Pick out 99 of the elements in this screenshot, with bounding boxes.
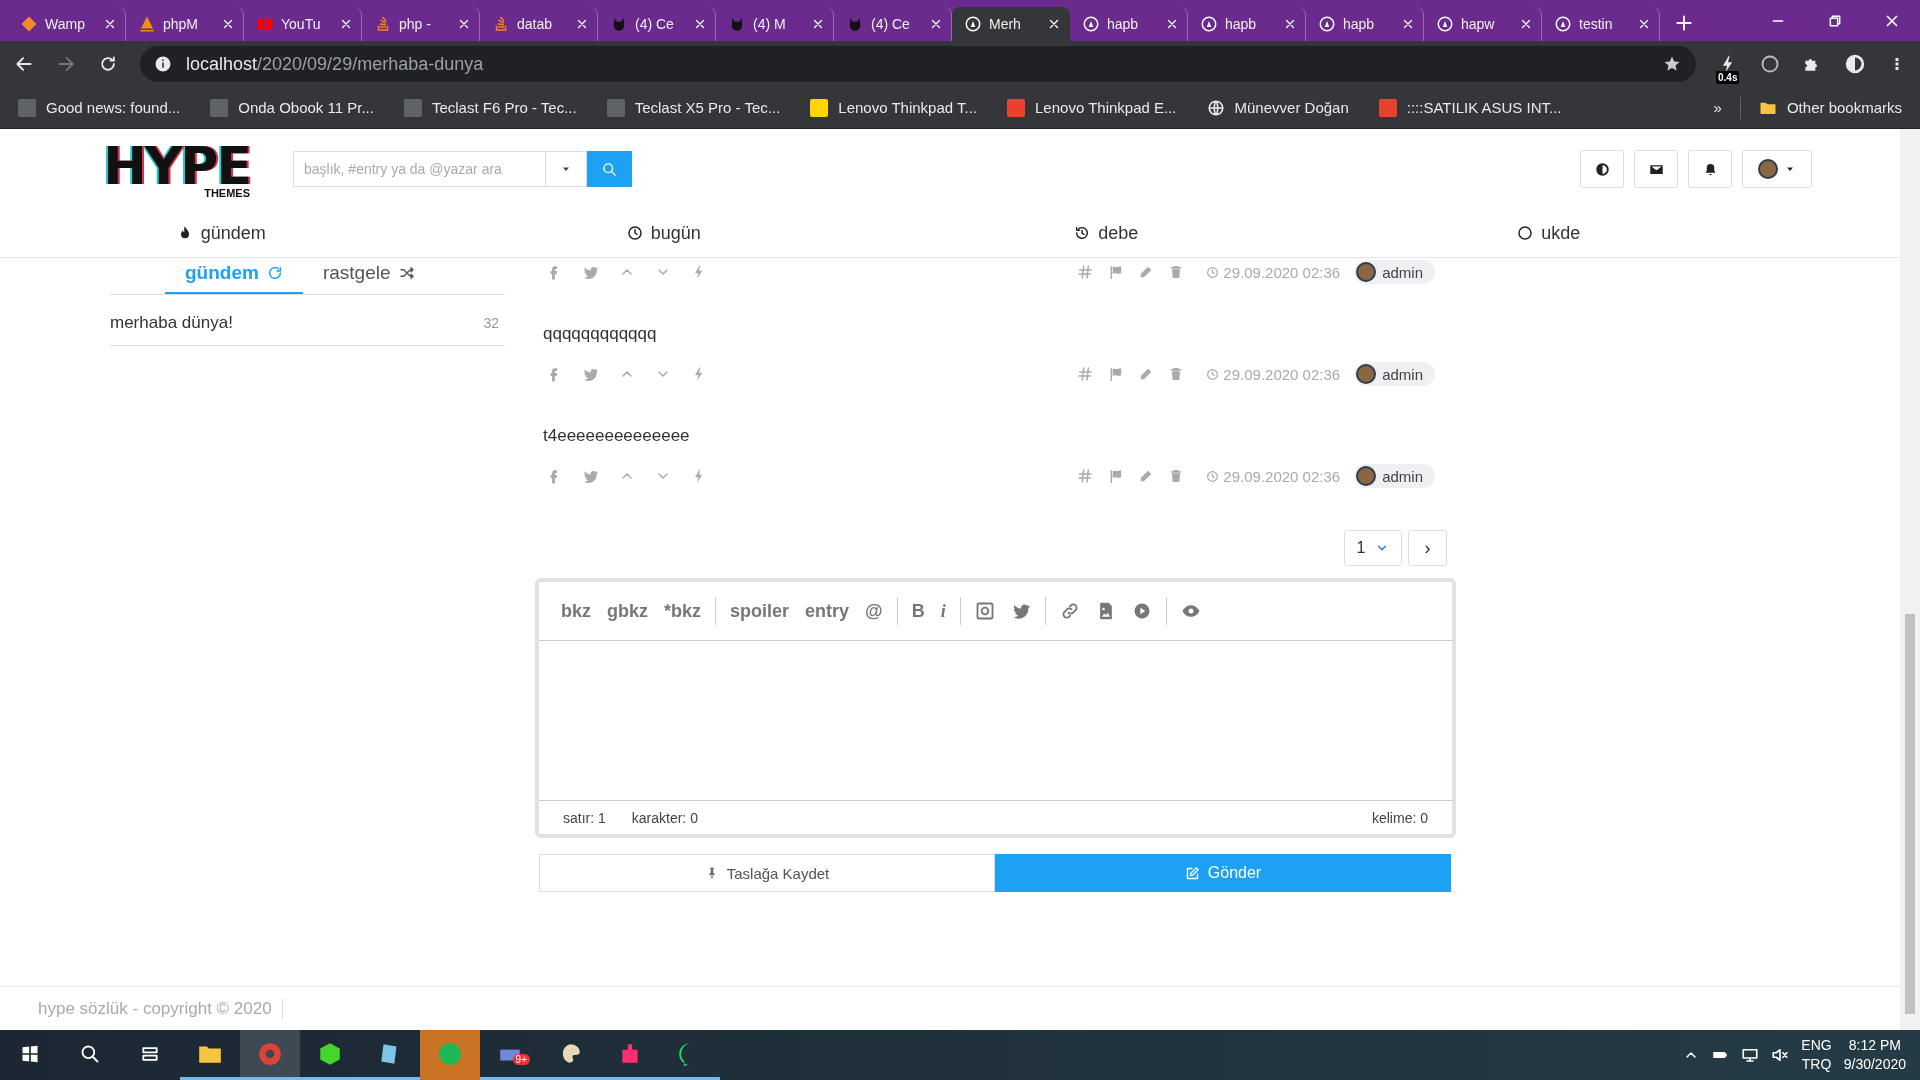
close-icon[interactable] (103, 17, 117, 31)
nav-link[interactable]: bugün (442, 209, 885, 257)
bookmark[interactable]: Münevver Doğan (1206, 98, 1349, 117)
bookmark-favicon-icon (1007, 98, 1026, 117)
nav-link[interactable]: debe (885, 209, 1328, 257)
input-language[interactable]: ENG TRQ (1801, 1036, 1832, 1074)
avatar (1356, 364, 1377, 384)
nav-link[interactable]: gündem (0, 209, 443, 257)
sidebar-tab[interactable]: rastgele (302, 258, 435, 294)
author-chip[interactable]: admin (1354, 464, 1435, 488)
muted-speaker-icon[interactable] (1771, 1046, 1790, 1064)
close-icon[interactable] (1165, 17, 1179, 31)
theme-button[interactable] (1580, 150, 1624, 188)
format-button[interactable]: bkz (555, 598, 597, 624)
bookmark[interactable]: ::::SATILIK ASUS INT... (1378, 98, 1562, 117)
bookmark-favicon-icon (810, 98, 829, 117)
avatar (1758, 159, 1778, 179)
format-button[interactable]: spoiler (724, 598, 796, 624)
diamond-icon (20, 15, 38, 33)
refresh-icon (266, 265, 283, 281)
info-icon[interactable] (154, 55, 172, 73)
word-count: kelime: 0 (1371, 809, 1428, 826)
bookmark[interactable]: Onda Obook 11 Pr... (210, 98, 374, 117)
author-chip[interactable]: admin (1354, 260, 1435, 284)
bookmark[interactable]: Teclast X5 Pro - Tec... (606, 98, 781, 117)
close-icon[interactable] (1283, 17, 1297, 31)
clock-icon (626, 225, 643, 241)
camera-icon (974, 601, 995, 621)
search-field[interactable]: başlık, #entry ya da @yazar ara (293, 151, 545, 187)
network-icon[interactable] (1741, 1046, 1760, 1064)
search-icon[interactable] (80, 1043, 100, 1064)
back-icon[interactable] (14, 54, 34, 74)
line-count: satır: 1 (563, 809, 606, 826)
clock[interactable]: 8:12 PM 9/30/2020 (1843, 1036, 1906, 1074)
notifications-button[interactable] (1688, 150, 1732, 188)
close-icon[interactable] (339, 17, 353, 31)
page-select[interactable]: 1 (1344, 530, 1402, 566)
bookmark-folder[interactable]: Other bookmarks (1758, 98, 1902, 117)
bookmark-favicon-icon (1378, 98, 1397, 117)
shuffle-icon (398, 265, 415, 281)
extension-badge: 0.4s (1716, 71, 1740, 84)
close-icon[interactable] (693, 17, 707, 31)
close-icon[interactable] (457, 17, 471, 31)
close-icon[interactable] (929, 17, 943, 31)
author-chip[interactable]: admin (1354, 362, 1435, 386)
start-icon[interactable] (20, 1043, 40, 1064)
entry-editor[interactable]: bkz gbkz *bkz spoiler entry @ B i satır: 1 karakter: 0 kelime: 0 (535, 578, 1456, 838)
address-field[interactable]: localhost/2020/09/29/merhaba-dunya (186, 53, 484, 75)
clock-icon (1206, 469, 1220, 483)
format-button[interactable]: *bkz (658, 598, 708, 624)
close-icon[interactable] (1401, 17, 1415, 31)
next-page-button[interactable]: › (1408, 530, 1447, 566)
forward-icon[interactable] (56, 54, 76, 74)
close-icon[interactable] (1519, 17, 1533, 31)
contrast-icon (1594, 161, 1610, 177)
nav-link[interactable]: ukde (1327, 209, 1770, 257)
close-icon[interactable] (221, 17, 235, 31)
bookmark[interactable]: Lenovo Thinkpad T... (810, 98, 978, 117)
edit-icon (1184, 865, 1200, 881)
scrollbar[interactable] (1900, 129, 1920, 1030)
app-icon[interactable] (317, 1040, 343, 1067)
italic-button[interactable]: i (934, 598, 952, 624)
close-icon[interactable] (575, 17, 589, 31)
clock-icon (1206, 265, 1220, 279)
bookmark[interactable]: Good news: found... (18, 98, 181, 117)
more-bookmarks-button[interactable]: » (1713, 99, 1722, 116)
search-icon (602, 161, 617, 177)
browser-tab[interactable]: Merh (952, 7, 1070, 41)
char-count: karakter: 0 (631, 809, 698, 826)
close-icon[interactable] (1047, 17, 1061, 31)
bookmark-favicon-icon (606, 98, 625, 117)
profile-menu-button[interactable] (1742, 150, 1812, 188)
bookmark-favicon-icon (403, 98, 422, 117)
entry-text: t4eeeeeeeeeeeeee (543, 426, 691, 446)
avatar (1356, 466, 1377, 486)
messages-button[interactable] (1634, 150, 1678, 188)
avatar (1356, 262, 1377, 282)
history-icon (1074, 225, 1091, 241)
close-icon[interactable] (1637, 17, 1651, 31)
format-button[interactable]: gbkz (601, 598, 655, 624)
entry-count: 32 (483, 315, 499, 331)
bookmark[interactable]: Teclast F6 Pro - Tec... (403, 98, 577, 117)
clock-icon (1206, 367, 1220, 381)
topic-link[interactable]: merhaba dünya! (110, 313, 233, 333)
globe-icon (1206, 98, 1225, 117)
entry-text: qqqqqqqqqqqq (543, 324, 658, 344)
new-tab-icon[interactable] (1674, 13, 1694, 33)
format-button[interactable]: B (905, 598, 931, 624)
reload-icon[interactable] (98, 54, 118, 74)
copyright-text: hype sözlük - copyright © 2020 (38, 998, 283, 1019)
notification-badge: 9+ (512, 1054, 530, 1065)
format-button[interactable]: entry (799, 598, 856, 624)
bookmark-favicon-icon (18, 98, 36, 117)
bookmark[interactable]: Lenovo Thinkpad E... (1007, 98, 1177, 117)
bookmark-favicon-icon (210, 98, 229, 117)
format-button[interactable]: @ (859, 598, 889, 624)
close-icon[interactable] (811, 17, 825, 31)
save-draft-button[interactable]: Taslağa Kaydet (539, 854, 995, 892)
sail-icon (138, 15, 156, 33)
